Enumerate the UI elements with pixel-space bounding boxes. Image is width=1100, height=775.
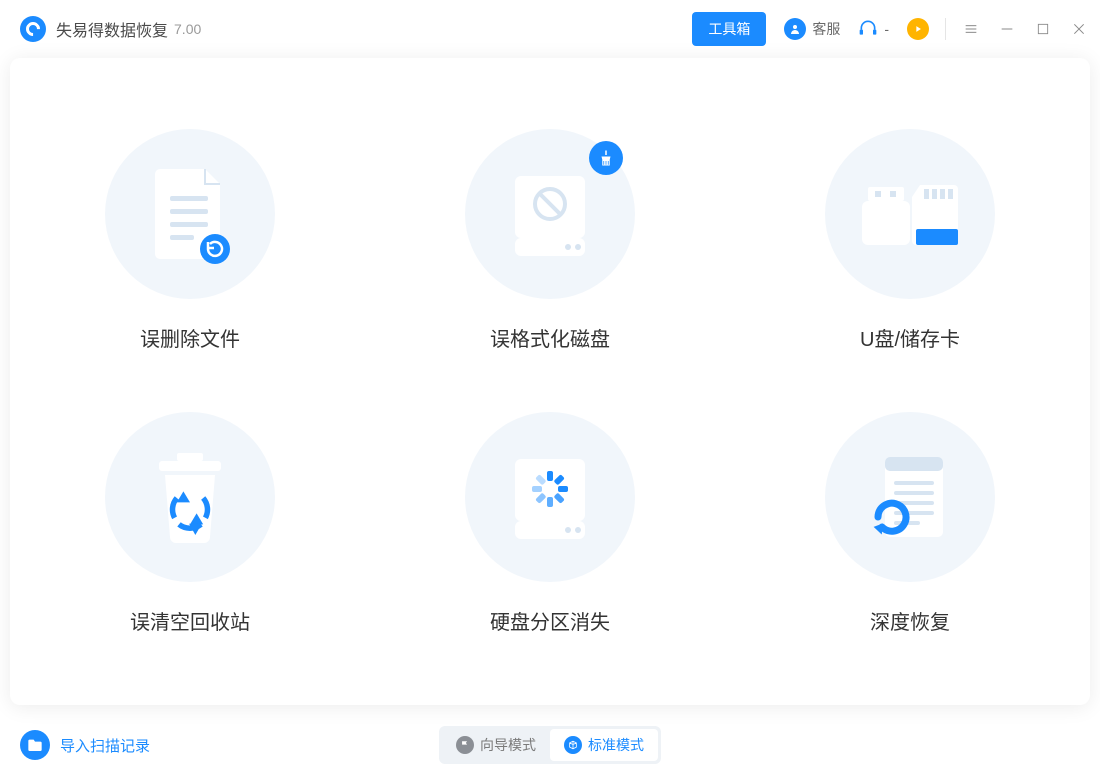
support-label: 客服 <box>812 19 840 39</box>
app-logo-icon <box>20 16 46 42</box>
standard-mode-label: 标准模式 <box>588 735 644 755</box>
wizard-mode-button[interactable]: 向导模式 <box>442 729 550 761</box>
recycle-bin-icon <box>105 412 275 582</box>
headset-icon <box>858 18 878 41</box>
maximize-button[interactable] <box>1034 20 1052 38</box>
tile-recycle-bin[interactable]: 误清空回收站 <box>105 412 275 635</box>
tile-usb-card[interactable]: U盘/储存卡 <box>825 129 995 352</box>
close-button[interactable] <box>1070 20 1088 38</box>
tile-label: 硬盘分区消失 <box>490 606 610 635</box>
main-panel: 误删除文件 误格式化磁盘 <box>10 58 1090 705</box>
deleted-files-icon <box>105 129 275 299</box>
wizard-mode-label: 向导模式 <box>480 735 536 755</box>
titlebar-divider <box>945 18 946 40</box>
tile-deleted-files[interactable]: 误删除文件 <box>105 129 275 352</box>
lost-partition-icon <box>465 412 635 582</box>
window-controls <box>962 20 1088 38</box>
headset-button[interactable]: - <box>858 18 889 41</box>
minimize-button[interactable] <box>998 20 1016 38</box>
formatted-disk-icon <box>465 129 635 299</box>
premium-icon <box>907 18 929 40</box>
deep-recovery-icon <box>825 412 995 582</box>
app-title: 失易得数据恢复 <box>56 17 168 41</box>
toolbox-button[interactable]: 工具箱 <box>692 12 766 46</box>
tile-label: 误清空回收站 <box>130 606 250 635</box>
import-scan-button[interactable]: 导入扫描记录 <box>20 730 150 760</box>
standard-mode-button[interactable]: 标准模式 <box>550 729 658 761</box>
tile-formatted-disk[interactable]: 误格式化磁盘 <box>465 129 635 352</box>
flag-icon <box>456 736 474 754</box>
import-label: 导入扫描记录 <box>60 735 150 756</box>
headset-extra: - <box>884 21 889 37</box>
tile-label: U盘/储存卡 <box>860 323 960 352</box>
menu-button[interactable] <box>962 20 980 38</box>
folder-icon <box>20 730 50 760</box>
recovery-options-grid: 误删除文件 误格式化磁盘 <box>10 129 1090 635</box>
usb-card-icon <box>825 129 995 299</box>
tile-label: 误格式化磁盘 <box>490 323 610 352</box>
clean-badge-icon <box>589 141 623 175</box>
cube-icon <box>564 736 582 754</box>
app-version: 7.00 <box>174 21 201 37</box>
tile-label: 误删除文件 <box>140 323 240 352</box>
tile-lost-partition[interactable]: 硬盘分区消失 <box>465 412 635 635</box>
footer: 导入扫描记录 向导模式 标准模式 <box>0 715 1100 775</box>
titlebar: 失易得数据恢复 7.00 工具箱 客服 - <box>0 0 1100 58</box>
tile-deep-recovery[interactable]: 深度恢复 <box>825 412 995 635</box>
mode-toggle: 向导模式 标准模式 <box>439 726 661 764</box>
support-button[interactable]: 客服 <box>784 18 840 40</box>
premium-button[interactable] <box>907 18 935 40</box>
support-icon <box>784 18 806 40</box>
tile-label: 深度恢复 <box>870 606 950 635</box>
